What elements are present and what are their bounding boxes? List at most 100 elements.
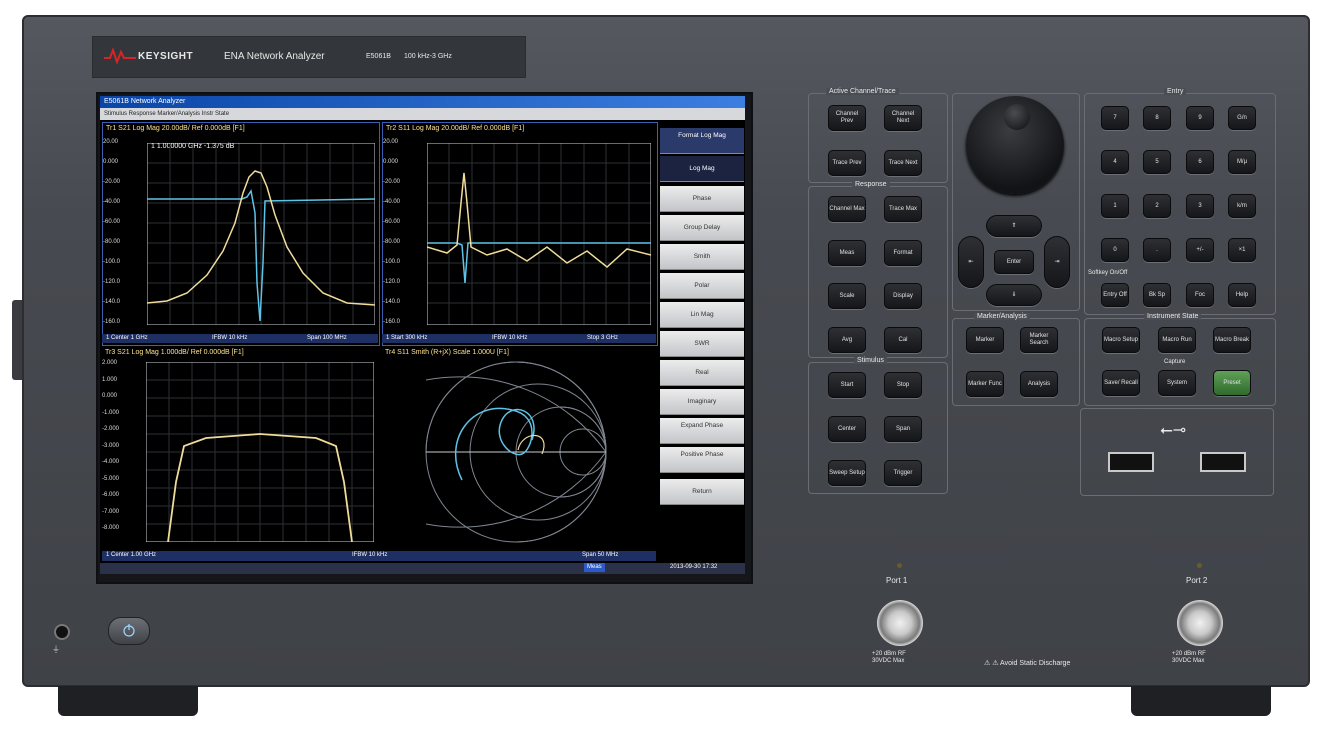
power-icon	[123, 624, 135, 637]
softkey-lin-mag[interactable]: Lin Mag	[660, 302, 744, 328]
ground-icon: ⏚	[52, 645, 60, 654]
format-key[interactable]: Format	[884, 240, 922, 266]
trace2-status: 1 Start 300 kHz IFBW 10 kHz Stop 3 GHz	[382, 334, 656, 343]
trace3-graph	[146, 362, 374, 542]
port2-connector[interactable]	[1177, 600, 1223, 646]
key-3[interactable]: 3	[1186, 194, 1214, 218]
softkey-format-header[interactable]: Format Log Mag	[660, 128, 744, 154]
key-1[interactable]: 1	[1101, 194, 1129, 218]
key-6[interactable]: 6	[1186, 150, 1214, 174]
headphone-jack[interactable]	[54, 624, 70, 640]
softkey-return[interactable]: Return	[660, 479, 744, 505]
trace4-panel[interactable]: Tr4 S11 Smith (R+jX) Scale 1.000U [F1]	[382, 348, 656, 548]
display-screen[interactable]: E5061B Network Analyzer Stimulus Respons…	[100, 96, 745, 574]
key-m-mu[interactable]: M/μ	[1228, 150, 1256, 174]
trace-prev-key[interactable]: Trace Prev	[828, 150, 866, 176]
macro-run-key[interactable]: Macro Run	[1158, 327, 1196, 353]
macro-setup-key[interactable]: Macro Setup	[1102, 327, 1140, 353]
help-key[interactable]: Help	[1228, 283, 1256, 307]
key-plus-minus[interactable]: +/-	[1186, 238, 1214, 262]
display-key[interactable]: Display	[884, 283, 922, 309]
marker-search-key[interactable]: Marker Search	[1020, 327, 1058, 353]
channel-max-key[interactable]: Channel Max	[828, 196, 866, 222]
softkey-phase[interactable]: Phase	[660, 186, 744, 212]
sweep-setup-key[interactable]: Sweep Setup	[828, 460, 866, 486]
key-7[interactable]: 7	[1101, 106, 1129, 130]
key-4[interactable]: 4	[1101, 150, 1129, 174]
footer-mode: Meas	[584, 563, 605, 572]
softkey-swr[interactable]: SWR	[660, 331, 744, 357]
entry-off-key[interactable]: Entry Off	[1101, 283, 1129, 307]
marker-key[interactable]: Marker	[966, 327, 1004, 353]
save-recall-key[interactable]: Save/ Recall	[1102, 370, 1140, 396]
backspace-key[interactable]: Bk Sp	[1143, 283, 1171, 307]
trace1-panel[interactable]: Tr1 S21 Log Mag 20.00dB/ Ref 0.000dB [F1…	[102, 122, 380, 346]
cal-key[interactable]: Cal	[884, 327, 922, 353]
key-0[interactable]: 0	[1101, 238, 1129, 262]
trace2-panel[interactable]: Tr2 S11 Log Mag 20.00dB/ Ref 0.000dB [F1…	[382, 122, 658, 346]
stop-key[interactable]: Stop	[884, 372, 922, 398]
enter-key[interactable]: Enter	[994, 250, 1034, 274]
key-8[interactable]: 8	[1143, 106, 1171, 130]
key-x1[interactable]: ×1	[1228, 238, 1256, 262]
key-5[interactable]: 5	[1143, 150, 1171, 174]
usb-port-left[interactable]	[1108, 452, 1154, 472]
macro-break-key[interactable]: Macro Break	[1213, 327, 1251, 353]
trace-max-key[interactable]: Trace Max	[884, 196, 922, 222]
instrument-state-label: Instrument State	[1144, 313, 1202, 320]
key-decimal[interactable]: .	[1143, 238, 1171, 262]
side-handle	[12, 300, 22, 380]
analysis-key[interactable]: Analysis	[1020, 371, 1058, 397]
scale-key[interactable]: Scale	[828, 283, 866, 309]
port1-warning: +20 dBm RF 30VDC Max	[872, 651, 906, 664]
usb-port-right[interactable]	[1200, 452, 1246, 472]
capture-label: Capture	[1164, 359, 1186, 365]
avg-key[interactable]: Avg	[828, 327, 866, 353]
key-9[interactable]: 9	[1186, 106, 1214, 130]
softkey-imaginary[interactable]: Imaginary	[660, 389, 744, 415]
softkey-smith[interactable]: Smith	[660, 244, 744, 270]
nav-left-key[interactable]: ⇤	[958, 236, 984, 288]
softkey-positive-phase[interactable]: Positive Phase	[660, 447, 744, 473]
port1-led	[897, 563, 902, 568]
rotary-knob[interactable]	[966, 96, 1064, 194]
status-center: 1 Center 1 GHz	[106, 335, 148, 341]
nav-down-key[interactable]: ⇓	[986, 284, 1042, 306]
span-key[interactable]: Span	[884, 416, 922, 442]
key-2[interactable]: 2	[1143, 194, 1171, 218]
key-g-n[interactable]: G/n	[1228, 106, 1256, 130]
system-key[interactable]: System	[1158, 370, 1196, 396]
response-label: Response	[852, 181, 890, 188]
power-button[interactable]	[108, 617, 150, 645]
port2-led	[1197, 563, 1202, 568]
marker-func-key[interactable]: Marker Func	[966, 371, 1004, 397]
trace1-graph	[147, 143, 375, 325]
softkey-polar[interactable]: Polar	[660, 273, 744, 299]
nav-up-key[interactable]: ⇑	[986, 215, 1042, 237]
trace3-panel[interactable]: Tr3 S21 Log Mag 1.000dB/ Ref 0.000dB [F1…	[102, 348, 378, 548]
meas-key[interactable]: Meas	[828, 240, 866, 266]
softkey-group-delay[interactable]: Group Delay	[660, 215, 744, 241]
menu-bar[interactable]: Stimulus Response Marker/Analysis Instr …	[100, 108, 745, 120]
start-key[interactable]: Start	[828, 372, 866, 398]
preset-key[interactable]: Preset	[1213, 370, 1251, 396]
softkey-log-mag[interactable]: Log Mag	[660, 156, 744, 182]
trigger-key[interactable]: Trigger	[884, 460, 922, 486]
focus-key[interactable]: Foc	[1186, 283, 1214, 307]
port2-warning: +20 dBm RF 30VDC Max	[1172, 651, 1206, 664]
trace-next-key[interactable]: Trace Next	[884, 150, 922, 176]
channel-next-key[interactable]: Channel Next	[884, 105, 922, 131]
port1-connector[interactable]	[877, 600, 923, 646]
softkey-onoff-label: Softkey On/Off	[1088, 270, 1128, 276]
center-key[interactable]: Center	[828, 416, 866, 442]
softkey-expand-phase[interactable]: Expand Phase	[660, 418, 744, 444]
status-ifbw-2: IFBW 10 kHz	[492, 335, 528, 341]
channel-prev-key[interactable]: Channel Prev	[828, 105, 866, 131]
softkey-real[interactable]: Real	[660, 360, 744, 386]
right-foot	[1131, 686, 1271, 716]
port2-label: Port 2	[1186, 576, 1208, 585]
brand-logo-text: KEYSIGHT	[138, 51, 194, 62]
key-k-m[interactable]: k/m	[1228, 194, 1256, 218]
trace2-y-ticks: 20.00 0.000 -20.00 -40.00 -60.00 -80.00 …	[383, 139, 401, 325]
nav-right-key[interactable]: ⇥	[1044, 236, 1070, 288]
